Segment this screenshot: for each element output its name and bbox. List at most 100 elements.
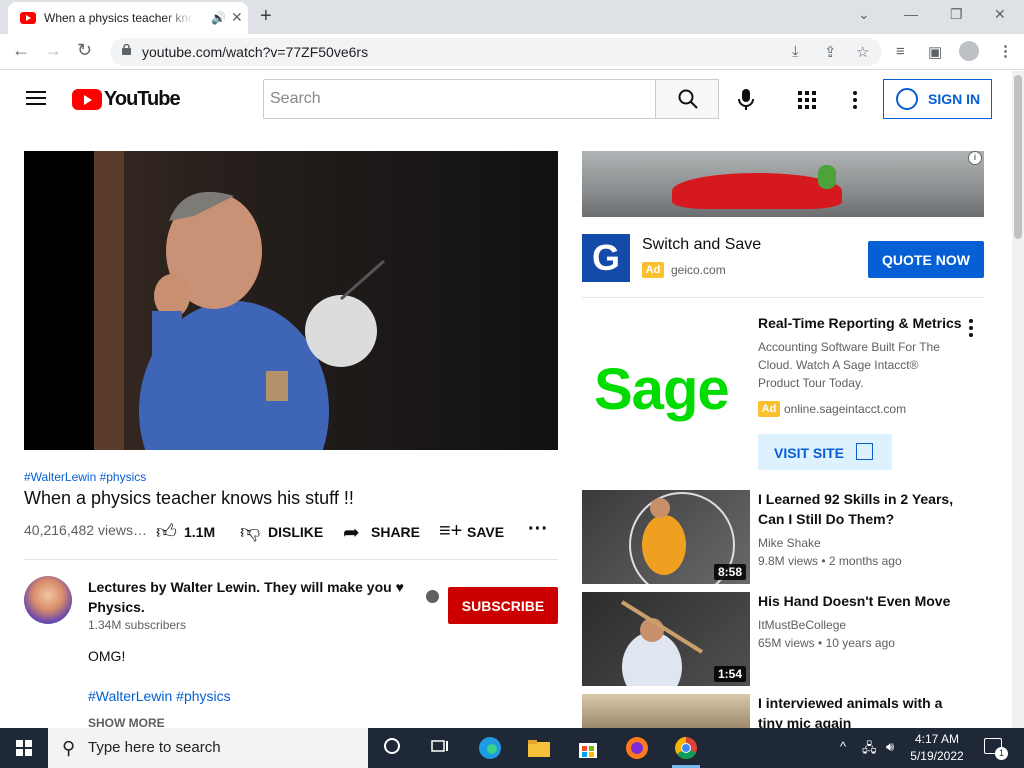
system-clock[interactable]: 4:17 AM 5/19/2022 xyxy=(906,731,968,765)
channel-avatar[interactable] xyxy=(24,576,72,624)
reload-icon[interactable]: ↻ xyxy=(77,40,92,61)
store-icon[interactable] xyxy=(576,736,600,760)
thumbs-up-icon: 👍︎ xyxy=(156,521,177,543)
red-car-image xyxy=(672,173,842,209)
sign-in-button[interactable]: SIGN IN xyxy=(883,79,992,119)
lock-icon xyxy=(122,44,131,55)
video-thumbnail[interactable]: 8:58 xyxy=(582,490,750,584)
back-icon[interactable]: ← xyxy=(12,40,30,61)
ad-title[interactable]: Switch and Save xyxy=(642,236,761,254)
recommended-video-meta: 9.8M views • 2 months ago xyxy=(758,554,902,568)
ad-banner-image[interactable] xyxy=(582,151,984,217)
clock-date: 5/19/2022 xyxy=(910,749,964,763)
browser-tab-strip: When a physics teacher knows his stuff !… xyxy=(0,0,1024,34)
video-frame xyxy=(94,151,558,450)
view-count: 9.8M views xyxy=(758,554,819,568)
ad-badge: Ad xyxy=(758,401,780,417)
thumbs-down-icon: 👎︎ xyxy=(240,521,261,543)
install-icon[interactable]: ⤓ xyxy=(792,43,799,60)
chrome-menu-icon[interactable]: ⋮ xyxy=(998,42,1013,60)
close-window-button[interactable]: ✕ xyxy=(994,6,1006,23)
visit-site-button[interactable]: VISIT SITE xyxy=(758,434,892,470)
sage-ad-thumbnail[interactable]: Sage xyxy=(582,316,750,484)
chrome-icon[interactable] xyxy=(674,736,698,760)
scrollbar-thumb[interactable] xyxy=(1014,75,1022,239)
forward-icon[interactable]: → xyxy=(44,40,62,61)
description-text: OMG! xyxy=(88,648,126,664)
browser-tab[interactable]: When a physics teacher knows his stuff !… xyxy=(8,2,248,34)
save-button[interactable]: ≡+ SAVE xyxy=(439,520,504,542)
sign-in-label: SIGN IN xyxy=(928,91,981,107)
channel-name[interactable]: Lectures by Walter Lewin. They will make… xyxy=(88,577,408,617)
gecko-image xyxy=(818,165,836,189)
bookmark-star-icon[interactable]: ☆ xyxy=(856,43,869,61)
share-icon[interactable]: ⇪ xyxy=(824,43,837,61)
firefox-icon[interactable] xyxy=(625,736,649,760)
subscriber-count: 1.34M subscribers xyxy=(88,618,187,632)
geico-logo[interactable]: G xyxy=(582,234,630,282)
close-tab-icon[interactable]: ✕ xyxy=(231,9,243,26)
youtube-wordmark: YouTube xyxy=(104,88,181,110)
page-scrollbar[interactable] xyxy=(1012,71,1024,728)
share-button[interactable]: ➦ SHARE xyxy=(343,522,421,544)
microphone-icon[interactable] xyxy=(738,89,754,111)
windows-start-icon[interactable] xyxy=(16,740,32,756)
youtube-play-icon xyxy=(72,89,102,110)
reading-list-icon[interactable]: ≡ xyxy=(896,43,905,60)
video-frame-image xyxy=(94,151,385,450)
sage-ad-title[interactable]: Real-Time Reporting & Metrics xyxy=(758,315,962,331)
recommended-video-title[interactable]: I Learned 92 Skills in 2 Years, Can I St… xyxy=(758,489,958,529)
network-icon[interactable]: 🖧︎ xyxy=(862,739,877,761)
ad-info-icon[interactable]: i xyxy=(968,151,982,165)
subscribe-button[interactable]: SUBSCRIBE xyxy=(448,587,558,624)
taskbar-search-placeholder: Type here to search xyxy=(88,739,221,756)
hamburger-menu-icon[interactable] xyxy=(26,91,46,105)
search-button[interactable] xyxy=(655,79,719,119)
view-count[interactable]: 40,216,482 views… xyxy=(24,522,147,538)
search-input[interactable]: Search xyxy=(263,79,656,119)
video-hashtags[interactable]: #WalterLewin #physics xyxy=(24,470,146,484)
minimize-button[interactable]: — xyxy=(904,6,918,22)
url-text: youtube.com/watch?v=77ZF50ve6rs xyxy=(142,44,369,60)
settings-more-icon[interactable] xyxy=(853,91,857,112)
task-view-icon[interactable] xyxy=(430,736,454,760)
video-thumbnail[interactable] xyxy=(582,694,750,728)
cortana-icon[interactable] xyxy=(382,736,406,760)
edge-icon[interactable] xyxy=(478,736,502,760)
address-bar[interactable]: youtube.com/watch?v=77ZF50ve6rs ⤓ ⇪ ☆ xyxy=(110,38,882,66)
recommended-channel[interactable]: ItMustBeCollege xyxy=(758,616,846,634)
video-player[interactable] xyxy=(24,151,558,450)
taskbar-search-box[interactable]: ⚲ Type here to search xyxy=(48,728,368,768)
notification-count: 1 xyxy=(995,747,1008,760)
quote-now-button[interactable]: QUOTE NOW xyxy=(868,241,984,278)
video-duration: 1:54 xyxy=(713,666,746,682)
sage-ad-menu-icon[interactable] xyxy=(969,319,973,340)
like-button[interactable]: 👍︎ 1.1M xyxy=(156,521,215,543)
apps-grid-icon[interactable] xyxy=(798,91,816,109)
tab-search-icon[interactable]: ⌄ xyxy=(858,6,870,23)
recommended-video-title[interactable]: I interviewed animals with a tiny mic ag… xyxy=(758,693,958,728)
dislike-button[interactable]: 👎︎ DISLIKE xyxy=(240,521,324,543)
more-actions-icon[interactable]: ··· xyxy=(528,518,548,541)
youtube-favicon-icon xyxy=(20,12,36,24)
speaker-icon[interactable]: 🔊 xyxy=(211,11,226,25)
profile-avatar-icon[interactable] xyxy=(959,41,979,61)
volume-icon[interactable]: 🔊︎ xyxy=(886,739,894,755)
search-icon xyxy=(678,89,698,109)
file-explorer-icon[interactable] xyxy=(527,736,551,760)
notification-icon[interactable]: 1 xyxy=(984,738,1008,760)
dislike-label: DISLIKE xyxy=(268,524,324,540)
recommended-video-title[interactable]: His Hand Doesn't Even Move xyxy=(758,591,958,611)
sage-ad-description: Accounting Software Built For The Cloud.… xyxy=(758,340,940,390)
ad-badge: Ad xyxy=(642,262,664,278)
video-duration: 8:58 xyxy=(713,564,746,580)
divider xyxy=(24,559,558,560)
description-hashtags[interactable]: #WalterLewin #physics xyxy=(88,688,231,704)
recommended-channel[interactable]: Mike Shake xyxy=(758,534,821,552)
video-thumbnail[interactable]: 1:54 xyxy=(582,592,750,686)
side-panel-icon[interactable]: ▣ xyxy=(928,43,942,61)
new-tab-button[interactable]: + xyxy=(260,5,272,28)
share-label: SHARE xyxy=(371,524,421,540)
show-hidden-icons[interactable]: ^ xyxy=(840,739,846,754)
restore-button[interactable]: ❐ xyxy=(950,6,963,23)
